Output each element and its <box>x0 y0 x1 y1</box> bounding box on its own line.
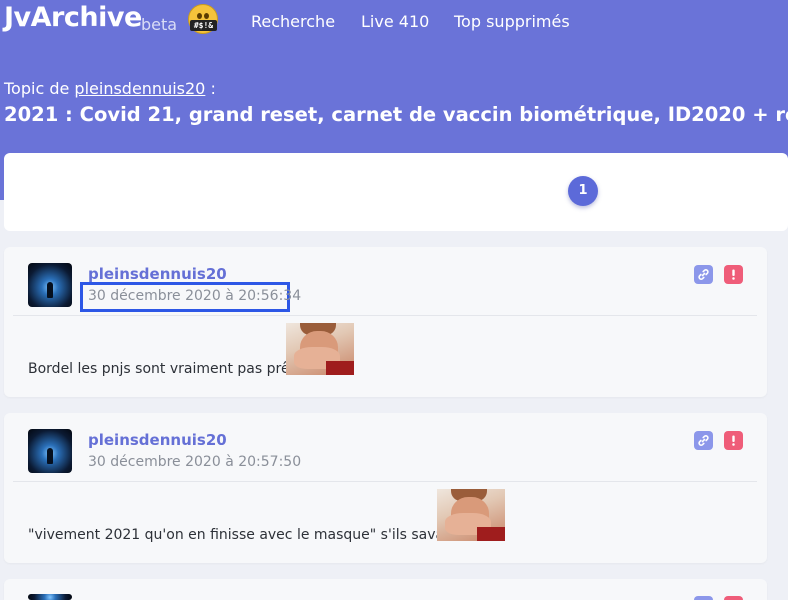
post-report-button[interactable] <box>724 265 743 284</box>
post-header: pleinsdennuis20 30 décembre 2020 à 20:56… <box>4 247 767 315</box>
post-card: pleinsdennuis20 30 décembre 2020 à 20:57… <box>4 413 767 563</box>
mascot-censor-bar: #$!& <box>190 20 217 31</box>
exclamation-icon <box>732 435 735 446</box>
post-author-link[interactable]: pleinsdennuis20 <box>88 431 227 449</box>
post-card: pleinsdennuis20 30 décembre 2020 à 20:56… <box>4 247 767 397</box>
avatar[interactable] <box>28 429 72 473</box>
post-message: "vivement 2021 qu'on en finisse avec le … <box>28 527 471 543</box>
topic-title: 2021 : Covid 21, grand reset, carnet de … <box>4 103 788 126</box>
post-link-button[interactable] <box>694 431 713 450</box>
mascot-eye-icon <box>204 13 209 19</box>
beta-badge: beta <box>141 15 178 34</box>
post-message: Bordel les pnjs sont vraiment pas prêts <box>28 361 303 377</box>
post-date: 30 décembre 2020 à 20:56:34 <box>88 288 302 304</box>
post-divider <box>13 315 757 316</box>
sticker-shirt <box>477 527 505 541</box>
post-author-link[interactable]: pleinsdennuis20 <box>88 265 227 283</box>
avatar[interactable] <box>28 263 72 307</box>
nav-link-live[interactable]: Live 410 <box>361 12 429 31</box>
post-report-button[interactable] <box>724 596 743 600</box>
topic-byline: Topic de pleinsdennuis20 : <box>4 79 216 98</box>
topic-author-link[interactable]: pleinsdennuis20 <box>74 79 205 98</box>
mascot-icon: #$!& <box>188 4 218 34</box>
post-link-button[interactable] <box>694 596 713 600</box>
mascot-eye-icon <box>197 13 202 19</box>
top-navbar: JvArchive beta #$!& Recherche Live 410 T… <box>0 0 788 44</box>
post-link-button[interactable] <box>694 265 713 284</box>
nav-link-top-supprimes[interactable]: Top supprimés <box>454 12 570 31</box>
link-icon <box>698 269 709 280</box>
nav-link-recherche[interactable]: Recherche <box>251 12 335 31</box>
avatar-figure <box>47 282 53 298</box>
post-report-button[interactable] <box>724 431 743 450</box>
post-header: pleinsdennuis20 30 décembre 2020 à 20:57… <box>4 413 767 481</box>
post-card-partial <box>4 579 767 600</box>
post-divider <box>13 481 757 482</box>
topic-suffix: : <box>210 79 216 98</box>
site-logo[interactable]: JvArchive <box>4 2 142 33</box>
avatar[interactable] <box>28 594 72 600</box>
pagination-card: 1 <box>4 153 788 231</box>
crying-man-sticker <box>286 323 354 375</box>
link-icon <box>698 435 709 446</box>
topic-prefix: Topic de <box>4 79 70 98</box>
page-button-current[interactable]: 1 <box>568 176 598 206</box>
avatar-figure <box>47 448 53 464</box>
post-date: 30 décembre 2020 à 20:57:50 <box>88 454 302 470</box>
crying-man-sticker <box>437 489 505 541</box>
exclamation-icon <box>732 269 735 280</box>
sticker-shirt <box>326 361 354 375</box>
